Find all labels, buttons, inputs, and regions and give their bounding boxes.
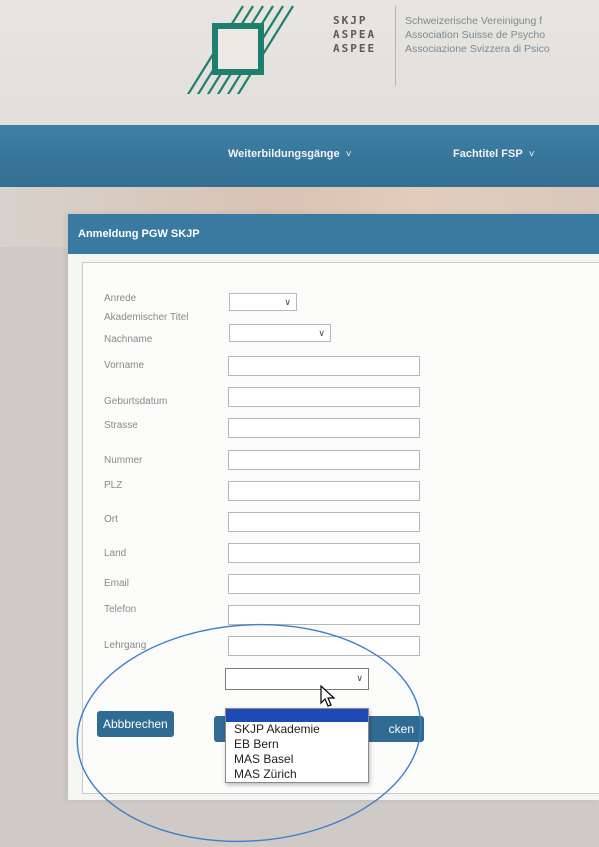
strasse-input[interactable] xyxy=(228,450,420,470)
label-nummer: Nummer xyxy=(104,455,143,466)
label-land: Land xyxy=(104,548,127,559)
anrede-select[interactable]: ∨ xyxy=(229,293,297,311)
organisation-names: Schweizerische Vereinigung f Association… xyxy=(405,14,550,56)
nav-item-weiterbildungsgaenge[interactable]: Weiterbildungsgänge ˅ xyxy=(228,148,351,160)
label-geburtsdatum: Geburtsdatum xyxy=(104,396,168,407)
label-strasse: Strasse xyxy=(104,420,138,431)
label-email: Email xyxy=(104,578,130,589)
nachname-input[interactable] xyxy=(228,356,420,376)
highlight-ellipse-annotation xyxy=(76,623,422,843)
abbr-skjp: SKJP xyxy=(333,14,368,27)
header-divider xyxy=(395,6,396,86)
nav-item-label: Weiterbildungsgänge xyxy=(228,148,340,160)
assoc-line-fr: Association Suisse de Psycho xyxy=(405,29,546,41)
vorname-input[interactable] xyxy=(228,387,420,407)
label-nachname: Nachname xyxy=(104,334,153,345)
ort-input[interactable] xyxy=(228,543,420,563)
label-vorname: Vorname xyxy=(104,360,145,371)
organisation-abbreviations: SKJP ASPEA ASPEE xyxy=(333,14,376,56)
akademischer-titel-select[interactable]: ∨ xyxy=(229,324,331,342)
label-plz: PLZ xyxy=(104,480,123,491)
geburtsdatum-input[interactable] xyxy=(228,418,420,438)
chevron-down-icon: ∨ xyxy=(318,328,325,338)
abbr-aspee: ASPEE xyxy=(333,42,377,55)
site-header: SKJP ASPEA ASPEE Schweizerische Vereinig… xyxy=(0,0,599,125)
abbr-aspea: ASPEA xyxy=(333,28,377,41)
assoc-line-de: Schweizerische Vereinigung f xyxy=(405,15,543,27)
main-navigation: Weiterbildungsgänge ˅ Fachtitel FSP ˅ xyxy=(0,125,599,187)
plz-input[interactable] xyxy=(228,512,420,532)
label-akademischer-titel: Akademischer Titel xyxy=(104,312,189,323)
skjp-logo-icon xyxy=(186,5,294,94)
label-anrede: Anrede xyxy=(104,293,137,304)
chevron-down-icon: ˅ xyxy=(345,149,352,160)
chevron-down-icon: ˅ xyxy=(528,149,535,160)
panel-header: Anmeldung PGW SKJP xyxy=(68,214,599,254)
land-input[interactable] xyxy=(228,574,420,594)
nav-item-fachtitel-fsp[interactable]: Fachtitel FSP ˅ xyxy=(453,148,535,160)
panel-title: Anmeldung PGW SKJP xyxy=(78,228,200,240)
label-telefon: Telefon xyxy=(104,604,137,615)
assoc-line-it: Associazione Svizzera di Psico xyxy=(405,43,550,55)
nav-item-label: Fachtitel FSP xyxy=(453,148,523,160)
chevron-down-icon: ∨ xyxy=(284,297,291,307)
label-ort: Ort xyxy=(104,514,118,525)
nummer-input[interactable] xyxy=(228,481,420,501)
